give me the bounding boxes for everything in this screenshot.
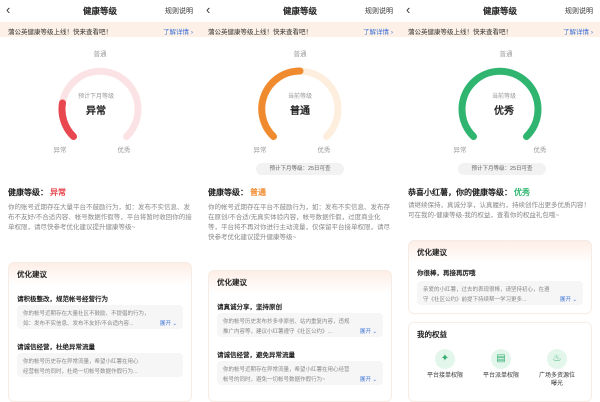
perk-label: 平台接单权限 xyxy=(426,373,463,379)
perk-exposure[interactable]: ♨ 广场多资源位曝光 xyxy=(537,349,577,388)
advice-item-title: 你很棒，再接再厉哦 xyxy=(417,270,476,277)
advice-text-line: 经营帐号的同时，杜绝一切帐号数据作假行为... xyxy=(23,369,138,375)
level-prefix: 健康等级： xyxy=(208,188,248,197)
perk-order-receiving[interactable]: ✦ 平台接单权限 xyxy=(425,349,465,380)
level-value: 优秀 xyxy=(514,188,530,197)
gauge-right-label: 优秀 xyxy=(118,145,132,154)
perks-card: 我的权益 ✦ 平台接单权限 ▤ 平台派单权限 ♨ 广场多资源位曝光 xyxy=(408,322,592,402)
next-level-pill: 预计下月等级：25日可查 xyxy=(256,163,344,175)
gauge-caption: 当前等级 xyxy=(492,92,516,100)
advice-item-title: 请诚信经营，避免异常流量 xyxy=(217,352,295,359)
perk-order-dispatch[interactable]: ▤ 平台派单权限 xyxy=(481,349,521,380)
fire-icon: ♨ xyxy=(547,349,567,369)
expand-link[interactable]: 展开 ⌄ xyxy=(160,319,177,327)
advice-text-line: 你的帐号历史发布抄多非原创、站内重复内容，违规 xyxy=(223,319,350,325)
perk-label: 平台派单权限 xyxy=(482,373,519,379)
advice-item-title: 请积极整改，规范帐号经营行为 xyxy=(17,296,108,303)
gauge-level: 异常 xyxy=(86,104,106,117)
level-description: 你的账号近期存在大量平台不鼓励行为，如：发布不实信息、发布不友好/不合适内容、帐… xyxy=(8,204,192,231)
level-prefix: 健康等级： xyxy=(8,188,48,197)
perk-label: 广场多资源位曝光 xyxy=(538,373,575,387)
advice-item-box: 你的帐号历史发布抄多非原创、站内重复内容，违规 推广内容等，建议小红薯遵守《社区… xyxy=(217,313,383,337)
advice-title: 优化建议 xyxy=(17,270,47,279)
advice-item-title: 请诚信经营，杜绝异常流量 xyxy=(17,344,95,351)
advice-text-line: 你的帐号近期存在大量社区不鼓励、不提倡的行为， xyxy=(23,311,150,317)
order-icon: ▤ xyxy=(491,349,511,369)
gauge-fill xyxy=(58,99,77,140)
rules-link[interactable]: 规则说明 xyxy=(565,6,593,16)
gauge-caption: 预计下月等级 xyxy=(78,92,114,100)
gauge-top-label: 普通 xyxy=(294,49,308,58)
notice-banner[interactable]: 蒲公英健康等级上线！快来查看吧！ 了解详情 › xyxy=(0,22,200,37)
top-bar: ‹ 健康等级 规则说明 xyxy=(0,0,200,22)
panel-abnormal: ‹ 健康等级 规则说明 蒲公英健康等级上线！快来查看吧！ 了解详情 › 普通 异… xyxy=(0,0,200,402)
advice-text-line: 你的帐号近期存在异常流量，希望小红薯在用心经营 xyxy=(223,367,350,373)
advice-title: 优化建议 xyxy=(217,278,247,287)
advice-title: 优化建议 xyxy=(417,248,447,257)
level-description: 你的帐号近期存在平台不鼓励行为，如：发布不实信息、发布存在原创/不合适/无真实体… xyxy=(208,204,390,241)
notice-text: 蒲公英健康等级上线！快来查看吧！ xyxy=(8,29,112,36)
rules-link[interactable]: 规则说明 xyxy=(365,6,393,16)
health-gauge: 普通 异常 优秀 预计下月等级 异常 xyxy=(54,49,142,154)
top-bar: ‹ 健康等级 规则说明 xyxy=(200,0,400,22)
advice-text-line: 守《社区公约》前提下持续帮一学习更多... xyxy=(423,297,527,303)
rules-link[interactable]: 规则说明 xyxy=(165,6,193,16)
health-gauge: 普通 异常 优秀 当前等级 普通 xyxy=(254,49,342,154)
gauge-right-label: 优秀 xyxy=(318,145,332,154)
notice-text: 蒲公英健康等级上线！快来查看吧！ xyxy=(408,29,512,36)
panel-excellent: ‹ 健康等级 规则说明 蒲公英健康等级上线！快来查看吧！ 了解详情 › 普通 异… xyxy=(400,0,600,402)
perks-title: 我的权益 xyxy=(417,330,447,339)
panel-normal: ‹ 健康等级 规则说明 蒲公英健康等级上线！快来查看吧！ 了解详情 › 普通 异… xyxy=(200,0,400,402)
gauge-left-label: 异常 xyxy=(454,145,467,154)
level-heading: 健康等级： 普通 xyxy=(208,187,266,198)
gauge-track xyxy=(58,67,142,140)
top-bar: ‹ 健康等级 规则说明 xyxy=(400,0,600,22)
expand-link[interactable]: 展开 ⌄ xyxy=(560,295,577,303)
level-prefix: 恭喜小红薯，你的健康等级： xyxy=(408,188,512,197)
advice-text-line: 你的帐号历史存在异常流量，希望小红薯在用心 xyxy=(23,359,139,365)
gauge-caption: 当前等级 xyxy=(288,92,312,100)
health-gauge: 普通 异常 优秀 当前等级 优秀 xyxy=(454,49,548,154)
advice-text-line: 推广内容等，建议小红薯遵守《社区公约》... xyxy=(223,329,333,335)
advice-text-line: 帐号的同时，避免一切帐号数据作假行为~ xyxy=(223,377,326,383)
gauge-right-label: 优秀 xyxy=(534,145,548,154)
gauge-left-label: 异常 xyxy=(54,145,67,154)
level-heading: 健康等级： 异常 xyxy=(8,187,66,198)
advice-text-line: 如：发布不实信息、发布不友好/不合适内容... xyxy=(23,321,134,327)
level-value: 异常 xyxy=(50,188,66,197)
gauge-top-label: 普通 xyxy=(94,49,108,58)
gauge-top-label: 普通 xyxy=(500,49,514,58)
gauge-level: 优秀 xyxy=(494,104,514,117)
level-heading: 恭喜小红薯，你的健康等级： 优秀 xyxy=(408,187,530,198)
notice-banner[interactable]: 蒲公英健康等级上线！快来查看吧！ 了解详情 › xyxy=(400,22,600,37)
expand-link[interactable]: 展开 ⌄ xyxy=(360,375,377,383)
gauge-left-label: 异常 xyxy=(254,145,267,154)
notice-detail-link[interactable]: 了解详情 › xyxy=(163,26,193,36)
advice-card: 优化建议 请真诚分享，坚持原创 你的帐号历史发布抄多非原创、站内重复内容，违规 … xyxy=(208,270,392,402)
level-value: 普通 xyxy=(250,188,266,197)
notice-banner[interactable]: 蒲公英健康等级上线！快来查看吧！ 了解详情 › xyxy=(200,22,400,37)
advice-card: 优化建议 请积极整改，规范帐号经营行为 你的帐号近期存在大量社区不鼓励、不提倡的… xyxy=(8,262,192,402)
advice-item-title: 请真诚分享，坚持原创 xyxy=(217,304,282,311)
advice-text-line: 亲爱的小红薯，过去的表现很棒，请坚持初心，在遵 xyxy=(423,287,550,293)
advice-item-box: 你的帐号近期存在异常流量，希望小红薯在用心经营 帐号的同时，避免一切帐号数据作假… xyxy=(217,361,383,385)
notice-detail-link[interactable]: 了解详情 › xyxy=(363,26,393,36)
gauge-fill xyxy=(258,67,304,140)
handshake-icon: ✦ xyxy=(435,349,455,369)
notice-text: 蒲公英健康等级上线！快来查看吧！ xyxy=(208,29,312,36)
advice-item-box: 你的帐号历史存在异常流量，希望小红薯在用心 经营帐号的同时，杜绝一切帐号数据作假… xyxy=(17,353,183,377)
expand-link[interactable]: 展开 ⌄ xyxy=(360,327,377,335)
advice-item-box: 亲爱的小红薯，过去的表现很棒，请坚持初心，在遵 守《社区公约》前提下持续帮一学习… xyxy=(417,281,583,305)
level-description: 请继续保持，真诚分享，认真履约，持续创作出更多优质内容！可在我的-健康等级-我的… xyxy=(408,202,590,219)
advice-item-box: 你的帐号近期存在大量社区不鼓励、不提倡的行为， 如：发布不实信息、发布不友好/不… xyxy=(17,305,183,329)
advice-card: 优化建议 你很棒，再接再厉哦 亲爱的小红薯，过去的表现很棒，请坚持初心，在遵 守… xyxy=(408,240,592,314)
gauge-level: 普通 xyxy=(290,104,310,117)
notice-detail-link[interactable]: 了解详情 › xyxy=(563,26,593,36)
gauge-fill xyxy=(458,67,542,140)
next-level-pill: 预计下月等级：25日可查 xyxy=(458,163,546,175)
